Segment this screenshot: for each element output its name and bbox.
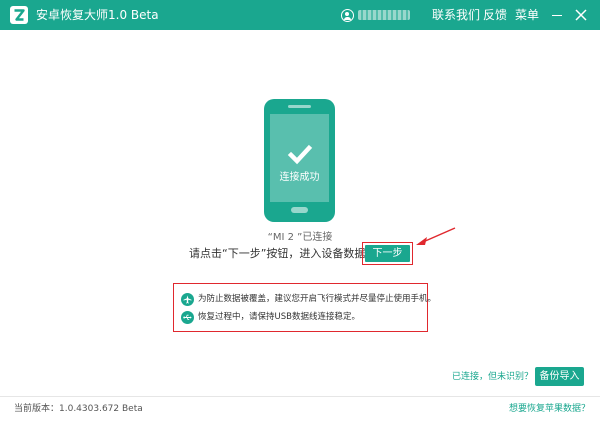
menu-link[interactable]: 菜单 [515, 8, 539, 22]
phone-icon [264, 99, 335, 222]
apple-recovery-link[interactable]: 想要恢复苹果数据？ [509, 404, 590, 415]
tips-box: 为防止数据被覆盖，建议您开启飞行模式并尽量停止使用手机。 恢复过程中，请保持US… [173, 283, 436, 332]
tip-airplane-mode: 为防止数据被覆盖，建议您开启飞行模式并尽量停止使用手机。 [198, 294, 437, 304]
footer-divider [0, 396, 600, 397]
close-icon [575, 9, 587, 21]
title-bar: 安卓恢复大师1.0 Beta 联系我们 反馈 菜单 [0, 0, 600, 30]
phone-illustration: 连接成功 [264, 99, 335, 222]
red-arrow-icon [416, 227, 456, 245]
app-logo-icon [10, 6, 28, 24]
contact-us-link[interactable]: 联系我们 [432, 8, 480, 22]
device-name: “MI 2 ”已连接 [267, 232, 333, 243]
minimize-button[interactable] [549, 7, 565, 23]
usb-icon [181, 311, 194, 324]
version-label: 当前版本：1.0.4303.672 Beta [14, 404, 143, 414]
airplane-icon [181, 293, 194, 306]
scan-instruction: 请点击“下一步”按钮，进入设备数据扫描 [189, 247, 388, 260]
app-title: 安卓恢复大师1.0 Beta [36, 8, 159, 22]
user-name-blurred[interactable] [358, 10, 410, 20]
next-button[interactable]: 下一步 [365, 245, 410, 262]
user-avatar-icon[interactable] [341, 9, 354, 22]
backup-import-button[interactable]: 备份导入 [535, 367, 584, 386]
feedback-link[interactable]: 反馈 [483, 8, 507, 22]
tip-usb-stable: 恢复过程中，请保持USB数据线连接稳定。 [198, 312, 360, 322]
close-button[interactable] [573, 7, 589, 23]
not-recognized-link[interactable]: 已连接，但未识别？ [452, 372, 533, 383]
connection-status: 连接成功 [279, 172, 320, 183]
